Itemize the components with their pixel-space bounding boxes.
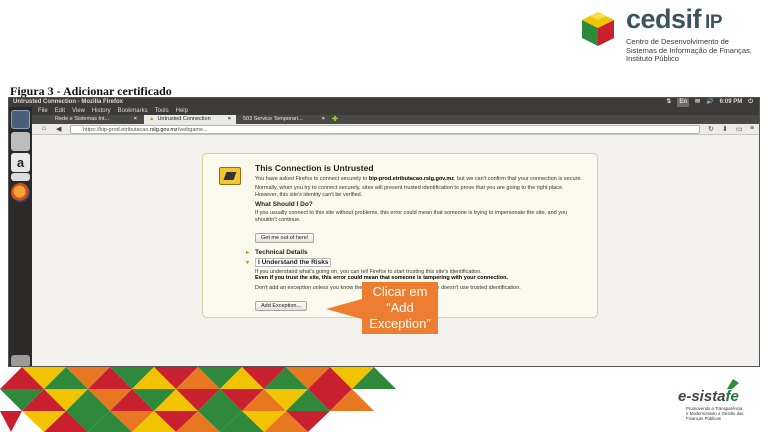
esistafe-wordmark: e-sistafe [678,388,739,405]
download-icon[interactable]: ⬇ [722,125,728,133]
url-bar[interactable]: https://bip-prod.etributacao.rslg.gov.mz… [70,125,700,134]
warning-icon: ▲ [149,116,155,122]
esistafe-tagline: Promovendo a Transparência e Modernizand… [686,406,744,421]
cedsif-cubes-icon [582,12,614,46]
new-tab-icon[interactable]: ✚ [332,115,338,124]
menu-view[interactable]: View [72,107,85,115]
tab-rede[interactable]: Rede e Sistemas Int... × [50,115,142,124]
menu-icon[interactable]: ≡ [750,125,754,132]
keyboard-indicator[interactable]: En [677,98,690,107]
trash-icon[interactable] [11,355,30,366]
get-me-out-button[interactable]: Get me out of here! [255,233,315,244]
technical-details-toggle[interactable]: Technical Details [246,249,583,256]
launcher: a [9,107,32,366]
menu-bar: File Edit View History Bookmarks Tools H… [32,107,759,115]
home-icon[interactable]: ⌂ [42,125,46,132]
warning-officer-icon [219,167,241,185]
cedsif-description: Centro de Desenvolvimento de Sistemas de… [626,37,752,64]
tab-bar: Rede e Sistemas Int... × ▲ Untrusted Conne… [32,115,759,124]
page-title: This Connection is Untrusted [255,163,374,173]
window-title: Untrusted Connection - Mozilla Firefox [13,99,124,105]
risks-text-2: Even if you trust the site, this error c… [255,275,509,282]
callout-arrow [326,299,362,319]
cedsif-wordmark: cedsif IP [626,4,722,34]
intro-text: You have asked Firefox to connect secure… [255,176,582,182]
tab-untrusted[interactable]: ▲ Untrusted Connection × [144,115,236,124]
bookmark-icon[interactable]: ▭ [736,125,743,133]
dash-icon[interactable] [11,110,30,129]
menu-edit[interactable]: Edit [55,107,65,115]
reload-icon[interactable]: ↻ [708,125,714,133]
power-icon[interactable]: ⏻ [748,98,753,107]
what-heading: What Should I Do? [255,201,313,209]
menu-tools[interactable]: Tools [155,107,169,115]
menu-bookmarks[interactable]: Bookmarks [118,107,148,115]
tab-503[interactable]: 503 Service Temporari... × [238,115,330,124]
firefox-icon[interactable] [11,183,30,202]
printer-icon[interactable] [11,173,30,181]
what-text: If you usually connect to this site with… [255,210,568,223]
amazon-icon[interactable]: a [11,153,30,172]
menu-help[interactable]: Help [176,107,188,115]
mail-icon[interactable]: ✉ [695,98,700,107]
menu-file[interactable]: File [38,107,48,115]
arrows-icon[interactable]: ⇅ [666,98,671,107]
close-icon[interactable]: × [228,115,231,124]
footer-pattern [0,367,396,432]
callout-text: Clicar em “Add Exception” [369,284,431,331]
window-title-bar: Untrusted Connection - Mozilla Firefox ⇅… [9,98,759,107]
menu-history[interactable]: History [92,107,111,115]
navigation-bar: ⌂ ◀ https://bip-prod.etributacao.rslg.go… [32,124,759,135]
clock[interactable]: 6:09 PM [720,98,743,107]
close-icon[interactable]: × [134,115,137,124]
files-icon[interactable] [11,132,30,151]
system-indicators: ⇅ En ✉ 🔊 6:09 PM ⏻ [666,98,753,107]
understand-risks-toggle[interactable]: I Understand the Risks [246,258,583,268]
close-icon[interactable]: × [322,115,325,124]
add-exception-button[interactable]: Add Exception... [255,301,308,312]
volume-icon[interactable]: 🔊 [706,98,713,107]
back-icon[interactable]: ◀ [56,125,61,133]
normal-text: Normally, when you try to connect secure… [255,185,564,198]
cedsif-logo: cedsif IP Centro de Desenvolvimento de Si… [578,2,768,70]
callout: Clicar em “Add Exception” [326,282,438,334]
esistafe-logo: e-sistafe Promovendo a Transparência e M… [672,376,762,428]
